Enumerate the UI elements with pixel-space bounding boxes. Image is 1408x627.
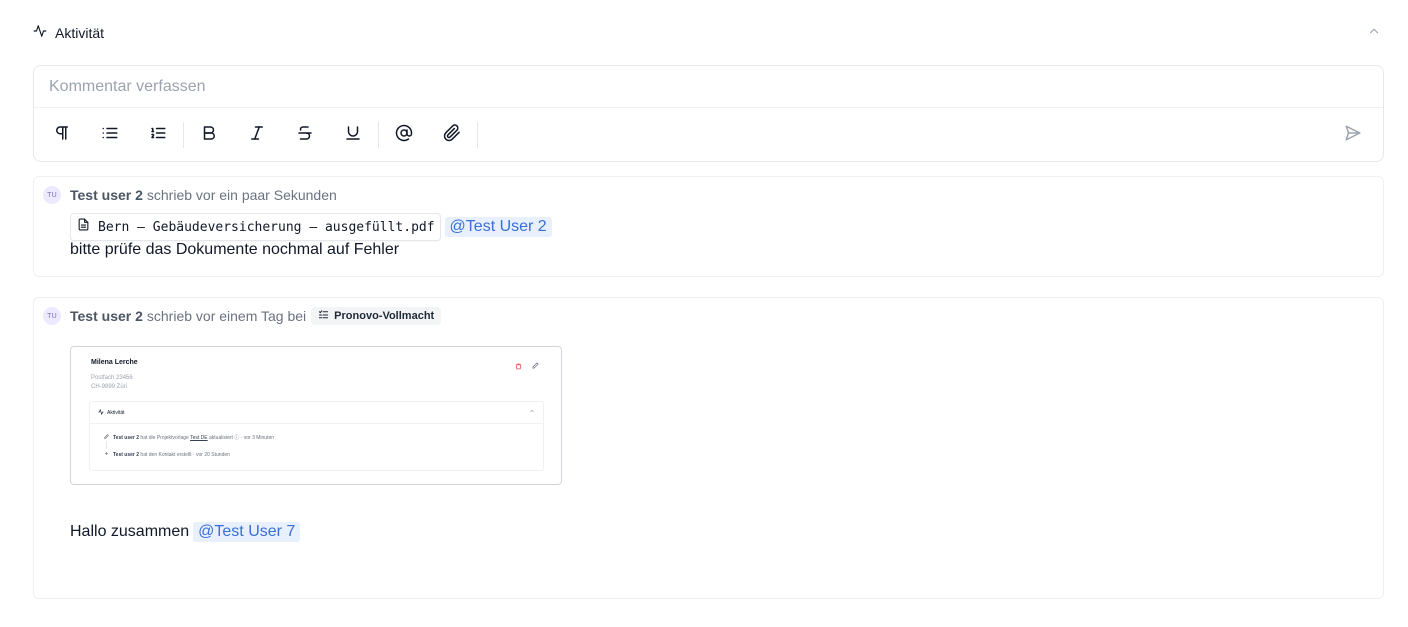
comment-text: Hallo zusammen @Test User 7	[70, 522, 301, 542]
attachment-row: Bern – Gebäudeversicherung – ausgefüllt.…	[70, 213, 552, 241]
collapse-button[interactable]	[1365, 24, 1383, 42]
toolbar-divider	[183, 122, 184, 148]
comment-input[interactable]	[34, 66, 1383, 108]
screenshot-activity-panel: Aktivität Test user 2 hat die Projektvor…	[89, 401, 544, 471]
user-mention[interactable]: @Test User 2	[444, 217, 552, 237]
ordered-list-button[interactable]	[134, 117, 182, 153]
file-name: Bern – Gebäudeversicherung – ausgefüllt.…	[98, 219, 435, 235]
checklist-icon	[318, 309, 329, 323]
comment-item: TU Test user 2 schrieb vor ein paar Seku…	[33, 176, 1384, 277]
screenshot-line-text: Test user 2 hat den Kontakt erstellt · v…	[113, 452, 230, 458]
strikethrough-button[interactable]	[281, 117, 329, 153]
activity-icon	[33, 24, 47, 43]
comment-author: Test user 2	[70, 187, 143, 203]
activity-icon	[98, 408, 104, 417]
reference-label: Pronovo-Vollmacht	[334, 310, 435, 322]
screenshot-activity-line: Test user 2 hat die Projektvorlage Test …	[104, 434, 274, 441]
paperclip-icon	[443, 123, 461, 147]
comment-meta: TU Test user 2 schrieb vor ein paar Seku…	[43, 186, 337, 204]
comment-action: schrieb vor ein paar Sekunden	[146, 187, 337, 203]
screenshot-line-post: aktualisiert ⓘ · vor 3 Minuten	[209, 435, 275, 441]
pencil-icon	[532, 362, 539, 371]
at-sign-icon	[395, 124, 413, 147]
avatar: TU	[43, 307, 61, 325]
bullet-list-icon	[101, 124, 119, 147]
user-mention[interactable]: @Test User 7	[193, 522, 301, 542]
bold-icon	[200, 124, 218, 147]
activity-title-wrap: Aktivität	[33, 24, 104, 43]
paragraph-button[interactable]	[38, 117, 86, 153]
screenshot-divider	[90, 423, 543, 424]
ordered-list-icon	[149, 124, 167, 147]
activity-title: Aktivität	[55, 25, 105, 41]
embedded-screenshot[interactable]: Milena Lerche Postfach 23456 CH-9899 Zür…	[70, 346, 562, 485]
comment-author: Test user 2	[70, 308, 143, 324]
send-icon	[1344, 124, 1362, 147]
mention-button[interactable]	[380, 117, 428, 153]
screenshot-timeline-connector	[106, 441, 107, 449]
reference-chip[interactable]: Pronovo-Vollmacht	[311, 307, 442, 325]
bullet-list-button[interactable]	[86, 117, 134, 153]
strikethrough-icon	[296, 124, 314, 147]
screenshot-line-pre: hat die Projektvorlage	[140, 435, 189, 441]
file-icon	[77, 218, 90, 236]
screenshot-line-author: Test user 2	[113, 451, 140, 458]
trash-icon	[515, 363, 522, 372]
pencil-icon	[104, 434, 109, 441]
attach-button[interactable]	[428, 117, 476, 153]
italic-button[interactable]	[233, 117, 281, 153]
screenshot-line-author: Test user 2	[113, 435, 140, 441]
activity-section-header: Aktivität	[33, 22, 1383, 44]
underline-icon	[344, 124, 362, 147]
comment-text-content: bitte prüfe das Dokumente nochmal auf Fe…	[70, 241, 400, 258]
screenshot-line-link: Test DE	[190, 435, 208, 441]
file-attachment[interactable]: Bern – Gebäudeversicherung – ausgefüllt.…	[70, 213, 441, 241]
screenshot-line-text: Test user 2 hat die Projektvorlage Test …	[113, 434, 274, 441]
bold-button[interactable]	[185, 117, 233, 153]
editor-toolbar	[34, 109, 1383, 161]
comment-action: schrieb vor einem Tag bei	[146, 308, 307, 324]
screenshot-activity-line: Test user 2 hat den Kontakt erstellt · v…	[104, 451, 230, 458]
comment-editor	[33, 65, 1384, 162]
toolbar-divider	[477, 122, 478, 148]
comment-text-content: Hallo zusammen	[70, 523, 190, 540]
avatar: TU	[43, 186, 61, 204]
chevron-up-icon	[529, 408, 535, 416]
toolbar-divider	[378, 122, 379, 148]
screenshot-panel-head: Aktivität	[98, 408, 125, 417]
pilcrow-icon	[53, 124, 71, 147]
screenshot-line-post: hat den Kontakt erstellt · vor 20 Stunde…	[140, 451, 230, 458]
comment-item: TU Test user 2 schrieb vor einem Tag bei…	[33, 297, 1384, 599]
italic-icon	[248, 124, 266, 147]
screenshot-panel-title: Aktivität	[107, 410, 125, 416]
comment-text: bitte prüfe das Dokumente nochmal auf Fe…	[70, 241, 399, 259]
send-button[interactable]	[1339, 118, 1367, 152]
screenshot-address-line: Postfach 23456	[91, 375, 133, 381]
chevron-up-icon	[1367, 24, 1381, 43]
screenshot-contact-name: Milena Lerche	[91, 359, 138, 366]
plus-icon	[104, 451, 109, 458]
underline-button[interactable]	[329, 117, 377, 153]
screenshot-address-line: CH-9899 Züri	[91, 384, 128, 390]
comment-meta: TU Test user 2 schrieb vor einem Tag bei…	[43, 307, 442, 325]
